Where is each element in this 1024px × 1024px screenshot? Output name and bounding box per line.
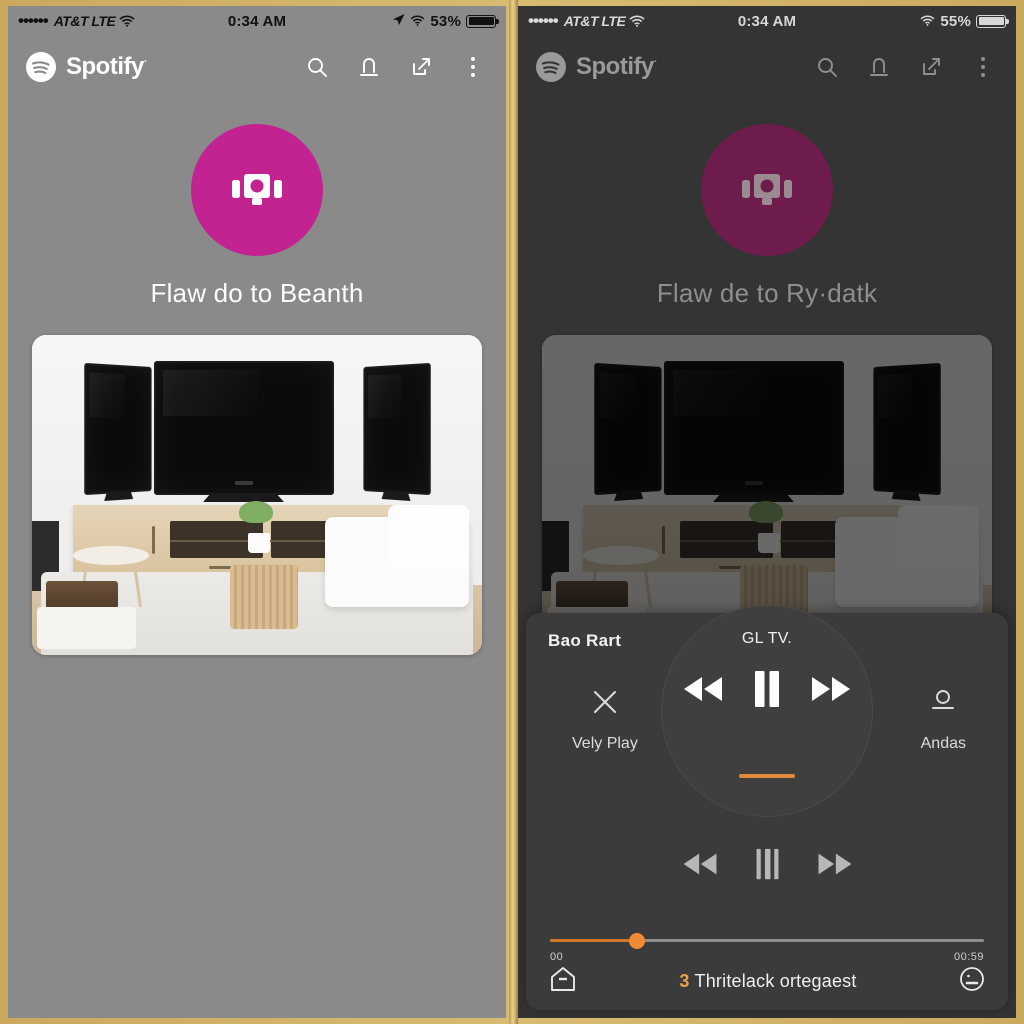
tv-left xyxy=(83,363,152,495)
appbar-actions-left xyxy=(304,54,486,80)
cast-device-icon[interactable] xyxy=(191,124,323,256)
wifi-icon xyxy=(119,15,135,27)
close-x-icon xyxy=(590,687,620,722)
andas-label: Andas xyxy=(920,735,966,752)
tv-center xyxy=(153,360,334,502)
signal-dots-icon: •••••• xyxy=(528,11,559,30)
cast-hero-right: Flaw de to Ry·datk xyxy=(518,98,1016,309)
pause-icon[interactable] xyxy=(754,847,781,881)
andas-action[interactable]: Andas xyxy=(921,687,966,753)
seek-start-time: 00 xyxy=(550,951,564,963)
fast-forward-icon[interactable] xyxy=(809,674,853,704)
cast-device-icon[interactable] xyxy=(701,124,833,256)
status-right-cluster: 53% xyxy=(392,12,499,30)
dial-controls xyxy=(681,670,853,708)
status-bar-left: •••••• AT&T LTE 0:34 AM 53% xyxy=(8,6,506,36)
cast-title-label: Flaw de to Ry·datk xyxy=(656,278,878,308)
spotify-logo-icon xyxy=(536,52,566,82)
cast-title-label: Flaw do to Beanth xyxy=(150,278,364,308)
overlay-title: Bao Rart xyxy=(548,631,622,650)
vely-play-label: Vely Play xyxy=(572,735,638,752)
carrier-label: AT&T LTE xyxy=(53,13,116,29)
share-icon[interactable] xyxy=(408,54,434,80)
cast-hero-left: Flaw do to Beanth xyxy=(8,98,506,309)
ottoman xyxy=(36,607,136,649)
overlay-bottom-row: 3 Thritelack ortegaest xyxy=(548,965,986,998)
vely-play-action[interactable]: Vely Play xyxy=(572,687,638,753)
dial-device-label: GL TV. xyxy=(741,630,793,647)
appbar-actions-right xyxy=(814,54,996,80)
lower-transport-controls xyxy=(526,847,1008,881)
tv-right xyxy=(872,363,941,495)
plant xyxy=(239,501,273,524)
transport-dial: GL TV. xyxy=(661,605,873,817)
sofa xyxy=(324,504,469,607)
living-room-photo xyxy=(32,335,482,655)
panel-divider xyxy=(509,0,518,1024)
status-right-cluster: 55% xyxy=(920,12,1009,30)
phone-screen-left: •••••• AT&T LTE 0:34 AM 53% Spotify· Fla… xyxy=(8,6,506,1018)
rewind-icon[interactable] xyxy=(681,674,725,704)
tv-center xyxy=(663,360,844,502)
wifi-icon xyxy=(629,15,645,27)
seek-thumb[interactable] xyxy=(628,933,645,949)
signal-dots-icon: •••••• xyxy=(18,11,49,30)
brand-name-label: Spotify· xyxy=(576,53,658,80)
search-icon[interactable] xyxy=(814,54,840,80)
media-control-overlay: Bao Rart Vely Play Andas GL TV. 00 00:59… xyxy=(526,605,1008,1010)
spotify-appbar-right: Spotify· xyxy=(518,36,1016,98)
home-icon[interactable] xyxy=(548,965,578,998)
status-bar-right: •••••• AT&T LTE 0:34 AM 55% xyxy=(518,6,1016,36)
track-status-label: 3 Thritelack ortegaest xyxy=(679,971,856,992)
share-icon[interactable] xyxy=(918,54,944,80)
wifi-icon-right xyxy=(920,13,935,30)
seek-slider[interactable]: 00 00:59 xyxy=(550,931,984,963)
plant-pot xyxy=(248,533,270,554)
room-scene xyxy=(32,335,482,655)
person-icon xyxy=(928,687,958,722)
battery-icon xyxy=(466,14,499,28)
tv-left xyxy=(593,363,662,495)
overflow-menu-icon[interactable] xyxy=(970,54,996,80)
spotify-brand[interactable]: Spotify· xyxy=(26,52,148,82)
battery-icon xyxy=(976,14,1009,28)
seek-fill xyxy=(550,939,637,942)
download-icon[interactable] xyxy=(356,54,382,80)
overflow-menu-icon[interactable] xyxy=(460,54,486,80)
wifi-icon-right xyxy=(410,13,425,30)
coffee-table xyxy=(230,565,298,630)
battery-percent-label: 53% xyxy=(430,12,461,30)
dial-indicator-bar xyxy=(739,774,795,778)
track-label: Thritelack ortegaest xyxy=(694,971,857,991)
carrier-label: AT&T LTE xyxy=(563,13,626,29)
pause-icon[interactable] xyxy=(751,670,783,708)
brand-name-label: Spotify· xyxy=(66,53,148,80)
tv-right xyxy=(362,363,431,495)
track-number: 3 xyxy=(679,971,690,991)
seek-end-time: 00:59 xyxy=(953,951,984,963)
location-arrow-icon xyxy=(392,13,405,30)
fast-forward-icon[interactable] xyxy=(815,851,855,877)
screenshot-root: •••••• AT&T LTE 0:34 AM 53% Spotify· Fla… xyxy=(0,0,1024,1024)
search-icon[interactable] xyxy=(304,54,330,80)
battery-percent-label: 55% xyxy=(940,12,971,30)
rewind-icon[interactable] xyxy=(680,851,720,877)
face-icon[interactable] xyxy=(958,965,986,998)
spotify-logo-icon xyxy=(26,52,56,82)
spotify-brand[interactable]: Spotify· xyxy=(536,52,658,82)
download-icon[interactable] xyxy=(866,54,892,80)
spotify-appbar-left: Spotify· xyxy=(8,36,506,98)
phone-screen-right: •••••• AT&T LTE 0:34 AM 55% Spotify· Fla… xyxy=(518,6,1016,1018)
